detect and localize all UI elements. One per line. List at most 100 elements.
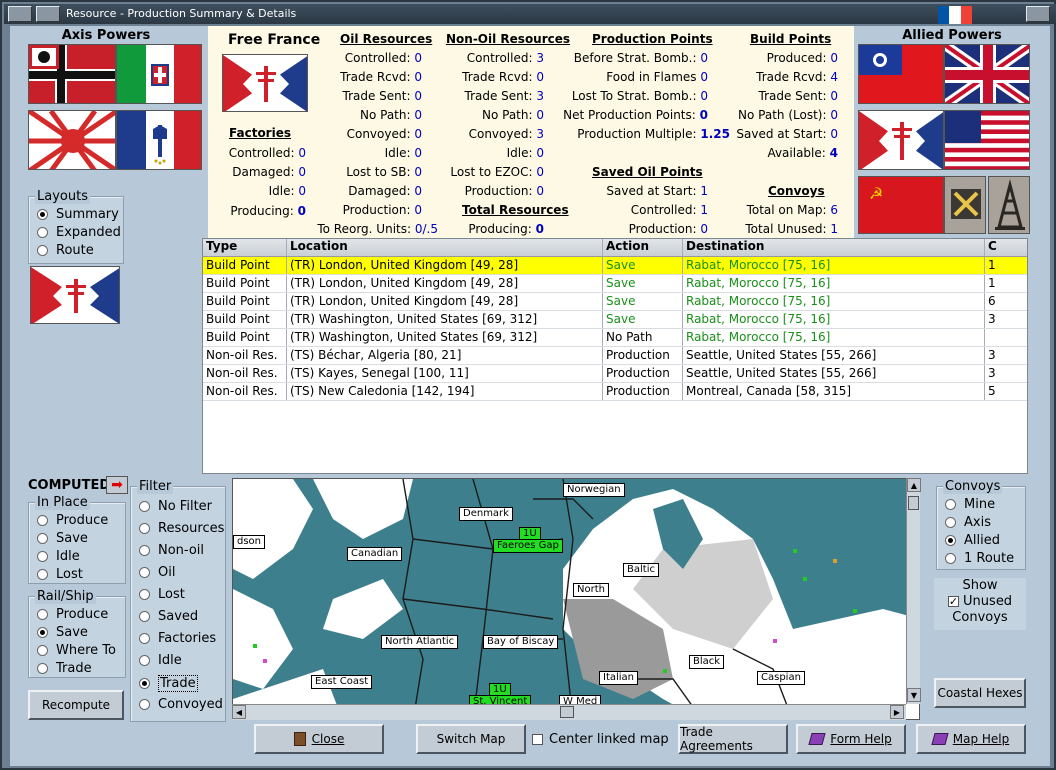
col-header-location[interactable]: Location [287,239,603,256]
system-menu-button[interactable] [8,6,32,22]
axis-title: Axis Powers [61,28,151,43]
map-label-dson[interactable]: dson [233,535,266,549]
scroll-down-icon[interactable]: ▼ [907,688,921,702]
in-place-produce[interactable]: Produce [37,513,108,528]
map-label-norwegian[interactable]: Norwegian [563,483,625,497]
table-row[interactable]: Build Point (TR) London, United Kingdom [… [203,257,1027,275]
layout-option-route[interactable]: Route [37,243,94,258]
map-marker [773,639,777,643]
convoys-allied[interactable]: Allied [945,533,1000,548]
table-row[interactable]: Non-oil Res. (TS) New Caledonia [142, 194… [203,383,1027,401]
map-label-black[interactable]: Black [689,655,725,669]
arrow-right-icon: ➡ [111,477,123,493]
production-details-table[interactable]: Type Location Action Destination C Build… [202,238,1028,474]
computed-arrow-button[interactable]: ➡ [106,476,128,494]
col-header-c[interactable]: C [985,239,1007,256]
map-label-east-coast[interactable]: East Coast [311,675,373,689]
map-label-bay-of-biscay[interactable]: Bay of Biscay [483,635,559,649]
rail-ship-where-to[interactable]: Where To [37,643,116,658]
filter-oil[interactable]: Oil [139,565,175,580]
radio-icon [945,553,956,564]
close-window-button[interactable] [1026,6,1050,22]
scroll-thumb-horizontal[interactable] [560,706,574,718]
table-row[interactable]: Non-oil Res. (TS) Béchar, Algeria [80, 21… [203,347,1027,365]
close-button[interactable]: Close [254,724,384,754]
filter-lost[interactable]: Lost [139,587,185,602]
map-vertical-scrollbar[interactable]: ▲ ▼ [906,478,921,704]
layout-option-summary[interactable]: Summary [37,207,119,222]
map-horizontal-scrollbar[interactable]: ◀ ▶ [232,704,906,720]
trade-agreements-button[interactable]: Trade Agreements [678,724,788,754]
table-row[interactable]: Build Point (TR) London, United Kingdom [… [203,275,1027,293]
map-label-caspian[interactable]: Caspian [757,671,805,685]
minimize-button[interactable] [36,6,60,22]
cell-location: (TR) London, United Kingdom [49, 28] [287,293,603,310]
cell-destination: Seattle, United States [55, 266] [683,365,985,382]
map-label-north-atlantic[interactable]: North Atlantic [381,635,459,649]
table-row[interactable]: Build Point (TR) Washington, United State… [203,311,1027,329]
filter-trade[interactable]: Trade [139,675,198,692]
map-label-north[interactable]: North [573,583,609,597]
filter-resources[interactable]: Resources [139,521,224,536]
center-linked-map-option[interactable]: Center linked map [532,732,669,747]
map-label-faeroes-gap[interactable]: Faeroes Gap [493,539,563,553]
map-label-italian[interactable]: Italian [599,671,639,685]
table-row[interactable]: Build Point (TR) London, United Kingdom [… [203,293,1027,311]
rail-ship-save[interactable]: Save [37,625,88,640]
cell-location: (TS) Béchar, Algeria [80, 21] [287,347,603,364]
layout-option-expanded[interactable]: Expanded [37,225,121,240]
show-unused-checkbox[interactable] [947,594,959,610]
ussr-flag-icon[interactable]: ☭ [858,176,944,234]
in-place-save[interactable]: Save [37,531,88,546]
map-label-denmark[interactable]: Denmark [459,507,513,521]
italy-flag-icon[interactable] [116,44,202,104]
scroll-thumb-vertical[interactable] [908,496,919,510]
nonoil-production: Production: 0 [464,184,544,198]
nonoil-trade-sent: Trade Sent: 3 [464,89,545,103]
in-place-lost[interactable]: Lost [37,567,83,582]
recompute-button[interactable]: Recompute [28,690,124,720]
cell-c: 6 [988,294,996,308]
center-linked-map-checkbox[interactable] [532,734,543,745]
filter-non-oil[interactable]: Non-oil [139,543,204,558]
filter-convoyed[interactable]: Convoyed [139,697,223,712]
convoys-1-route[interactable]: 1 Route [945,551,1014,566]
map-label-canadian[interactable]: Canadian [347,547,403,561]
convoys-mine[interactable]: Mine [945,497,995,512]
rail-ship-trade[interactable]: Trade [37,661,92,676]
cell-destination: Rabat, Morocco [75, 16] [683,311,985,328]
vichy-flag-icon[interactable] [116,110,202,170]
col-header-destination[interactable]: Destination [683,239,985,256]
rail-ship-produce[interactable]: Produce [37,607,108,622]
scroll-right-icon[interactable]: ▶ [890,705,904,719]
factories-idle: Idle: 0 [268,184,306,198]
col-header-action[interactable]: Action [603,239,683,256]
cell-action: Production [603,365,683,382]
scroll-left-icon[interactable]: ◀ [232,705,246,719]
in-place-idle[interactable]: Idle [37,549,80,564]
filter-no-filter[interactable]: No Filter [139,499,212,514]
layouts-title: Layouts [35,189,90,204]
table-row[interactable]: Build Point (TR) Washington, United State… [203,329,1027,347]
table-row[interactable]: Non-oil Res. (TS) Kayes, Senegal [100, 11… [203,365,1027,383]
japan-flag-icon[interactable] [28,110,116,170]
col-header-type[interactable]: Type [203,239,287,256]
scroll-up-icon[interactable]: ▲ [907,478,921,492]
map-help-button[interactable]: Map Help [916,724,1026,754]
map-label-baltic[interactable]: Baltic [623,563,659,577]
show-unused-convoys[interactable]: Show Unused Convoys [934,578,1026,630]
usa-flag-icon[interactable] [944,110,1030,170]
convoys-axis[interactable]: Axis [945,515,991,530]
filter-factories[interactable]: Factories [139,631,216,646]
world-map[interactable]: Norwegian Denmark 1U Faeroes Gap dson Ca… [232,478,920,720]
filter-saved[interactable]: Saved [139,609,198,624]
radio-icon [37,227,48,238]
coastal-hexes-button[interactable]: Coastal Hexes [934,678,1026,708]
switch-map-button[interactable]: Switch Map [416,724,526,754]
form-help-button[interactable]: Form Help [796,724,906,754]
uk-flag-icon[interactable] [944,44,1030,104]
germany-flag-icon[interactable] [28,44,116,104]
filter-idle[interactable]: Idle [139,653,182,668]
free-france-allied-flag-icon[interactable] [858,110,944,170]
china-flag-icon[interactable] [858,44,944,104]
